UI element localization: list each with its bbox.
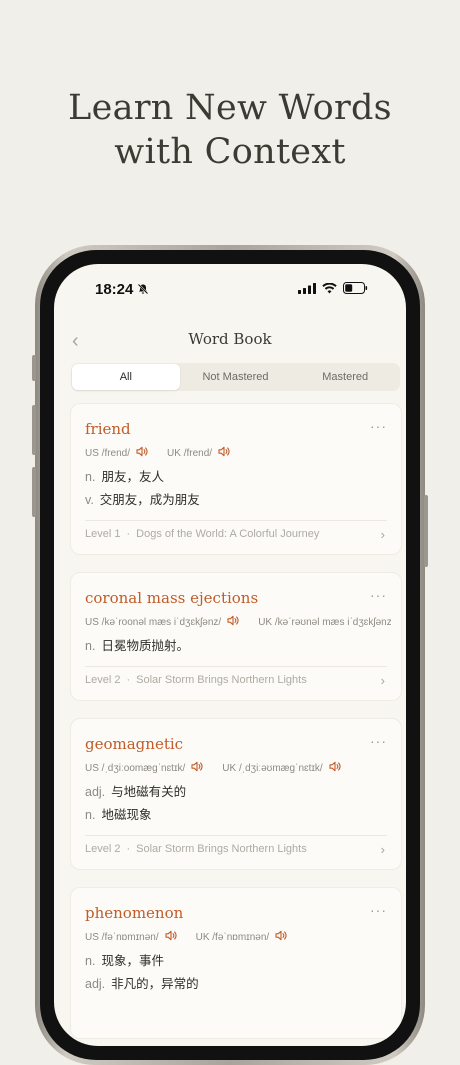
chevron-right-icon: ›: [380, 673, 385, 688]
source-article: Solar Storm Brings Northern Lights: [136, 843, 307, 855]
phone-volume-down: [32, 467, 36, 517]
definition-item: n. 朋友，友人: [85, 470, 164, 484]
phone-frame: 18:24 ‹ Word Book All Not Mastered Maste…: [32, 245, 428, 1065]
tab-not-mastered[interactable]: Not Mastered: [182, 364, 290, 390]
us-phonetic: US /frend/: [85, 447, 131, 459]
more-options-icon[interactable]: ···: [370, 418, 387, 434]
card-footer-source[interactable]: Level 1 · Dogs of the World: A Colorful Jo…: [85, 527, 387, 544]
us-phonetic: US /fəˈnɒmɪnən/: [85, 931, 159, 943]
definition-item: n. 现象，事件: [85, 954, 164, 968]
phonetics-row: US /ˌdʒiːoomægˈnɛtɪk/ UK /ˌdʒiːəʊmægˈnɛt…: [85, 761, 391, 775]
bell-muted-icon: [137, 282, 149, 300]
speaker-icon[interactable]: [218, 446, 231, 460]
page-title: Word Book: [188, 330, 272, 348]
definition-item: n. 地磁现象: [85, 808, 152, 822]
speaker-icon[interactable]: [191, 761, 204, 775]
speaker-icon[interactable]: [136, 446, 149, 460]
uk-phonetic: UK /kəˈrəʊnəl mæs iˈdʒɛkʃənz/: [258, 616, 391, 628]
more-options-icon[interactable]: ···: [370, 733, 387, 749]
battery-icon: [343, 282, 368, 294]
definitions: n. 朋友，友人 v. 交朋友，成为朋友: [85, 466, 387, 512]
wifi-icon: [322, 282, 337, 293]
us-phonetic: US /kəˈroonəl mæs iˈdʒɛkʃənz/: [85, 616, 222, 628]
card-footer-source[interactable]: Level 2 · Solar Storm Brings Northern Ligh…: [85, 673, 387, 690]
phone-power-button: [424, 495, 428, 567]
level-label: Level 1: [85, 528, 121, 540]
word-card[interactable]: friend ··· US /frend/ UK /frend/ n. 朋友，友…: [70, 403, 402, 555]
definition-item: adj. 与地磁有关的: [85, 785, 187, 799]
cellular-signal-icon: [298, 282, 316, 294]
status-icons: [298, 282, 368, 294]
definition-item: adj. 非凡的，异常的: [85, 977, 199, 991]
level-label: Level 2: [85, 674, 121, 686]
source-article: Dogs of the World: A Colorful Journey: [136, 528, 320, 540]
phone-volume-up: [32, 405, 36, 455]
marketing-headline: Learn New Words with Context: [0, 86, 460, 174]
phonetics-row: US /kəˈroonəl mæs iˈdʒɛkʃənz/ UK /kəˈrəʊ…: [85, 615, 391, 629]
more-options-icon[interactable]: ···: [370, 587, 387, 603]
definition-item: n. 日冕物质抛射。: [85, 639, 189, 653]
navigation-bar: ‹ Word Book: [54, 326, 406, 356]
word-title: phenomenon: [85, 904, 184, 922]
phone-bezel: 18:24 ‹ Word Book All Not Mastered Maste…: [40, 250, 420, 1060]
headline-line-2: with Context: [114, 132, 346, 172]
card-footer-source[interactable]: Level 2 · Solar Storm Brings Northern Ligh…: [85, 842, 387, 859]
status-bar: 18:24: [54, 264, 406, 314]
chevron-right-icon: ›: [380, 527, 385, 542]
source-article: Solar Storm Brings Northern Lights: [136, 674, 307, 686]
status-time: 18:24: [95, 281, 134, 298]
phone-action-button: [32, 355, 36, 381]
word-card[interactable]: coronal mass ejections ··· US /kəˈroonəl…: [70, 572, 402, 701]
level-label: Level 2: [85, 843, 121, 855]
speaker-icon[interactable]: [275, 930, 288, 944]
chevron-right-icon: ›: [380, 842, 385, 857]
phone-screen: 18:24 ‹ Word Book All Not Mastered Maste…: [54, 264, 406, 1046]
definition-item: v. 交朋友，成为朋友: [85, 493, 200, 507]
us-phonetic: US /ˌdʒiːoomægˈnɛtɪk/: [85, 762, 186, 774]
word-title: coronal mass ejections: [85, 589, 259, 607]
word-card[interactable]: phenomenon ··· US /fəˈnɒmɪnən/ UK /fəˈnɒ…: [70, 887, 402, 1039]
uk-phonetic: UK /frend/: [167, 447, 213, 459]
divider: [85, 835, 387, 836]
speaker-icon[interactable]: [329, 761, 342, 775]
tab-all[interactable]: All: [72, 364, 180, 390]
definitions: n. 现象，事件 adj. 非凡的，异常的: [85, 950, 387, 996]
headline-line-1: Learn New Words: [68, 88, 392, 128]
speaker-icon[interactable]: [227, 615, 240, 629]
word-card[interactable]: geomagnetic ··· US /ˌdʒiːoomægˈnɛtɪk/ UK…: [70, 718, 402, 870]
uk-phonetic: UK /ˌdʒiːəʊmægˈnɛtɪk/: [222, 762, 323, 774]
filter-segmented-control: All Not Mastered Mastered: [71, 363, 400, 391]
uk-phonetic: UK /fəˈnɒmɪnən/: [195, 931, 270, 943]
speaker-icon[interactable]: [165, 930, 178, 944]
divider: [85, 520, 387, 521]
more-options-icon[interactable]: ···: [370, 902, 387, 918]
phonetics-row: US /fəˈnɒmɪnən/ UK /fəˈnɒmɪnən/: [85, 930, 391, 944]
divider: [85, 666, 387, 667]
word-title: friend: [85, 420, 131, 438]
definitions: adj. 与地磁有关的 n. 地磁现象: [85, 781, 387, 827]
word-title: geomagnetic: [85, 735, 184, 753]
definitions: n. 日冕物质抛射。: [85, 635, 387, 658]
phonetics-row: US /frend/ UK /frend/: [85, 446, 391, 460]
tab-mastered[interactable]: Mastered: [291, 364, 399, 390]
